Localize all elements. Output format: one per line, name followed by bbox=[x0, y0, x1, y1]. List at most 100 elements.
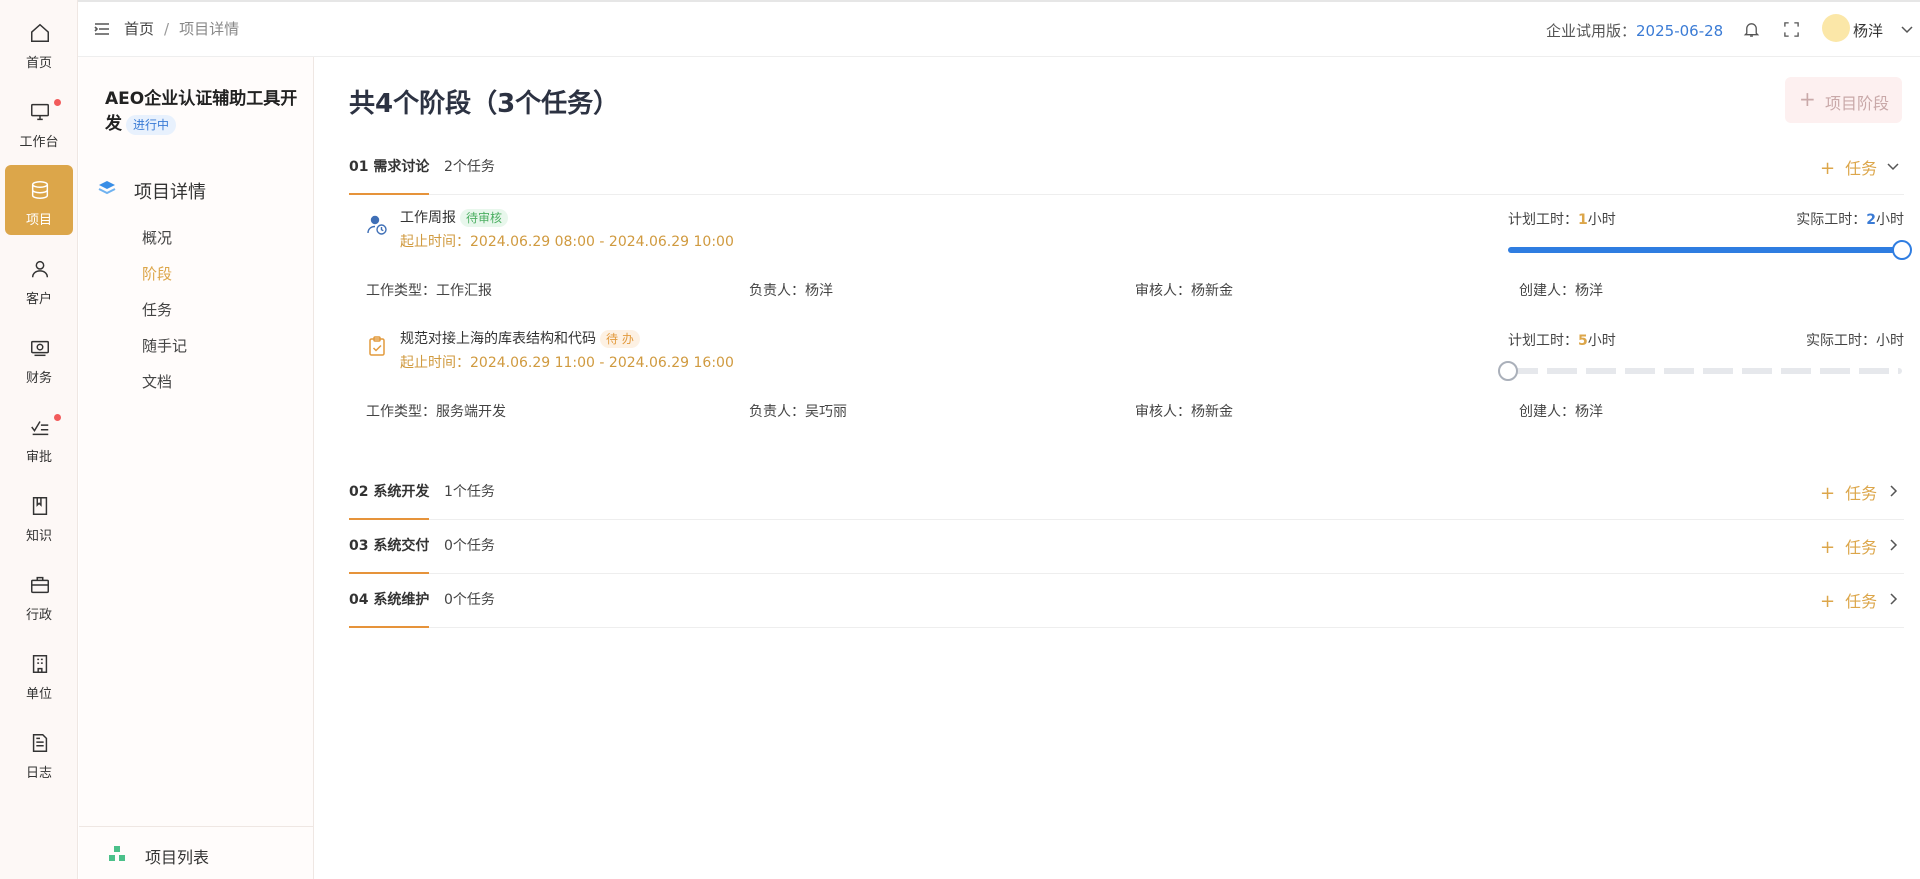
breadcrumb: 首页 / 项目详情 bbox=[124, 18, 239, 39]
progress-knob[interactable] bbox=[1498, 361, 1518, 381]
add-task-button[interactable]: + 任务 bbox=[1820, 534, 1877, 558]
actual-hours-unit: 小时 bbox=[1876, 212, 1904, 228]
finance-icon bbox=[31, 340, 49, 357]
nav-item-label: 日志 bbox=[25, 766, 52, 781]
database-icon bbox=[31, 181, 49, 199]
top-header: 首页 / 项目详情 企业试用版：2025-06-28 杨洋 bbox=[78, 2, 1920, 57]
user-icon bbox=[31, 260, 49, 278]
menu-collapse-icon[interactable] bbox=[93, 20, 111, 38]
breadcrumb-home[interactable]: 首页 bbox=[124, 20, 154, 38]
bell-icon[interactable] bbox=[1743, 21, 1760, 38]
chevron-right-icon[interactable] bbox=[1886, 538, 1900, 552]
add-task-button[interactable]: + 任务 bbox=[1820, 480, 1877, 504]
project-list-link[interactable]: 项目列表 bbox=[79, 826, 314, 879]
plan-hours-label: 计划工时： bbox=[1508, 212, 1578, 228]
actual-hours: 实际工时：小时 bbox=[1806, 330, 1904, 350]
chevron-right-icon[interactable] bbox=[1886, 484, 1900, 498]
task-card[interactable]: 规范对接上海的库表结构和代码待 办 起止时间：2024.06.29 11:00 … bbox=[349, 318, 1904, 438]
task-creator: 创建人：杨洋 bbox=[1519, 283, 1603, 299]
plan-hours: 计划工时：1小时 bbox=[1508, 209, 1616, 229]
nav-item-admin[interactable]: 行政 bbox=[5, 560, 73, 630]
project-side-panel: AEO企业认证辅助工具开发 进行中 项目详情 概况 阶段 任务 随手记 文档 项目… bbox=[79, 57, 314, 879]
task-type: 工作类型：服务端开发 bbox=[366, 404, 506, 420]
actual-hours-label: 实际工时： bbox=[1806, 333, 1876, 349]
avatar bbox=[1822, 14, 1850, 42]
chevron-down-icon bbox=[1901, 26, 1913, 34]
nav-item-label: 工作台 bbox=[19, 135, 59, 150]
add-task-label: 任务 bbox=[1845, 159, 1878, 178]
side-section-title: 项目详情 bbox=[134, 182, 206, 203]
add-task-label: 任务 bbox=[1845, 592, 1878, 611]
task-name: 规范对接上海的库表结构和代码待 办 bbox=[400, 328, 640, 348]
stage-row[interactable]: 02 系统开发 1个任务 + 任务 bbox=[349, 466, 1904, 520]
add-task-label: 任务 bbox=[1845, 484, 1878, 503]
stage-underline bbox=[349, 193, 429, 195]
stage-name: 01 需求讨论 bbox=[349, 159, 430, 175]
task-time: 起止时间：2024.06.29 11:00 - 2024.06.29 16:00 bbox=[400, 355, 734, 371]
chevron-down-icon[interactable] bbox=[1886, 159, 1900, 173]
stage-task-count: 1个任务 bbox=[444, 484, 495, 500]
nav-item-log[interactable]: 日志 bbox=[5, 718, 73, 788]
progress-slider[interactable] bbox=[1508, 240, 1912, 260]
breadcrumb-separator: / bbox=[164, 20, 170, 38]
stage-name: 04 系统维护 bbox=[349, 592, 430, 608]
progress-track bbox=[1508, 368, 1902, 374]
app-root: 首页 工作台 项目 客户 财务 审批 知识 行政 单位 日志 首页 / 项目详情… bbox=[0, 0, 1920, 879]
progress-slider[interactable] bbox=[1498, 361, 1902, 381]
nav-item-label: 审批 bbox=[25, 450, 52, 465]
nav-item-workbench[interactable]: 工作台 bbox=[5, 87, 73, 157]
nav-item-finance[interactable]: 财务 bbox=[5, 323, 73, 393]
nav-item-home[interactable]: 首页 bbox=[5, 8, 73, 78]
side-link-stages[interactable]: 阶段 bbox=[142, 263, 172, 284]
stage-row[interactable]: 01 需求讨论 2个任务 + 任务 bbox=[349, 141, 1904, 195]
task-status-badge: 待 办 bbox=[600, 330, 640, 348]
nav-item-label: 客户 bbox=[25, 292, 52, 307]
task-creator: 创建人：杨洋 bbox=[1519, 404, 1603, 420]
chevron-right-icon[interactable] bbox=[1886, 592, 1900, 606]
page-title: 共4个阶段（3个任务） bbox=[349, 89, 620, 119]
side-link-documents[interactable]: 文档 bbox=[142, 371, 172, 392]
nav-item-approval[interactable]: 审批 bbox=[5, 402, 73, 472]
actual-hours-value: 2 bbox=[1866, 212, 1876, 228]
blocks-icon bbox=[109, 846, 125, 861]
nav-item-project[interactable]: 项目 bbox=[5, 165, 73, 235]
plus-icon: + bbox=[1799, 87, 1816, 111]
approval-icon bbox=[31, 421, 49, 436]
nav-item-label: 单位 bbox=[25, 687, 52, 702]
task-owner: 负责人：杨洋 bbox=[749, 283, 833, 299]
task-type: 工作类型：工作汇报 bbox=[366, 283, 492, 299]
fullscreen-icon[interactable] bbox=[1783, 21, 1800, 38]
task-reviewer: 审核人：杨新金 bbox=[1135, 404, 1233, 420]
stage-name: 03 系统交付 bbox=[349, 538, 430, 554]
progress-knob[interactable] bbox=[1892, 240, 1912, 260]
task-card[interactable]: 工作周报 待审核 起止时间：2024.06.29 08:00 - 2024.06.… bbox=[349, 197, 1912, 317]
task-title: 规范对接上海的库表结构和代码 bbox=[400, 331, 596, 347]
task-owner: 负责人：吴巧丽 bbox=[749, 404, 847, 420]
stage-row[interactable]: 04 系统维护 0个任务 + 任务 bbox=[349, 574, 1904, 628]
add-stage-button[interactable]: + 项目阶段 bbox=[1785, 77, 1902, 123]
stage-row[interactable]: 03 系统交付 0个任务 + 任务 bbox=[349, 520, 1904, 574]
nav-item-knowledge[interactable]: 知识 bbox=[5, 481, 73, 551]
side-link-notes[interactable]: 随手记 bbox=[142, 335, 187, 356]
nav-item-label: 知识 bbox=[25, 529, 52, 544]
trial-info: 企业试用版：2025-06-28 bbox=[1546, 20, 1723, 41]
notification-dot bbox=[54, 99, 61, 106]
actual-hours-label: 实际工时： bbox=[1796, 212, 1867, 228]
home-icon bbox=[31, 23, 49, 42]
actual-hours: 实际工时：2小时 bbox=[1796, 209, 1904, 229]
breadcrumb-current: 项目详情 bbox=[179, 20, 240, 38]
project-status-badge: 进行中 bbox=[126, 115, 177, 135]
nav-item-unit[interactable]: 单位 bbox=[5, 639, 73, 709]
plus-icon: + bbox=[1820, 591, 1836, 612]
plan-hours-value: 5 bbox=[1578, 333, 1588, 349]
add-task-button[interactable]: + 任务 bbox=[1820, 155, 1877, 179]
side-link-tasks[interactable]: 任务 bbox=[142, 299, 172, 320]
nav-item-customer[interactable]: 客户 bbox=[5, 244, 73, 314]
plan-hours-unit: 小时 bbox=[1587, 333, 1616, 349]
project-list-label: 项目列表 bbox=[145, 848, 210, 867]
side-link-overview[interactable]: 概况 bbox=[142, 227, 172, 248]
plus-icon: + bbox=[1820, 483, 1836, 504]
add-task-button[interactable]: + 任务 bbox=[1820, 588, 1877, 612]
plus-icon: + bbox=[1820, 158, 1836, 179]
nav-item-label: 首页 bbox=[25, 56, 52, 71]
